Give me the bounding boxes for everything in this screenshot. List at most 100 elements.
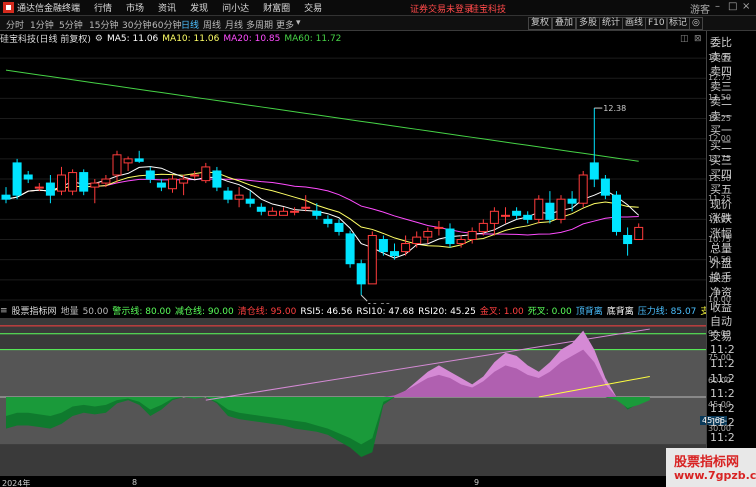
period-weekly[interactable]: 周线	[203, 18, 221, 31]
menu-discover[interactable]: 发现	[190, 1, 208, 14]
trade-login-warning[interactable]: 证券交易未登录	[410, 2, 473, 15]
quote-row-label: 总量	[710, 241, 732, 255]
minimize-icon[interactable]: –	[715, 1, 720, 12]
quote-row-label: 11:2	[710, 342, 735, 356]
period-multi[interactable]: 多周期	[246, 18, 273, 31]
ma5-value: MA5: 11.06	[106, 33, 159, 44]
quote-row-label: 买五	[710, 183, 732, 196]
stats-button[interactable]: 统计	[599, 17, 624, 30]
quote-row-label: 买四	[710, 168, 732, 182]
quote-row-label: 现价	[710, 197, 732, 211]
mark-button[interactable]: 标记	[666, 17, 691, 30]
period-30min[interactable]: 30分钟	[122, 18, 151, 31]
period-5min[interactable]: 5分钟	[59, 18, 83, 31]
date-axis: 2024年 8 9	[0, 478, 706, 487]
indicator-chart[interactable]	[0, 304, 706, 478]
ma10-value: MA10: 11.06	[162, 33, 220, 44]
period-more[interactable]: 更多	[276, 18, 294, 31]
overlay-button[interactable]: 叠加	[552, 17, 577, 30]
ma10-line	[5, 171, 639, 248]
app-logo-icon	[3, 2, 14, 13]
candle-down	[334, 222, 344, 232]
candle-up	[467, 230, 477, 241]
indicator-value: RSI10: 47.68	[356, 307, 415, 317]
f10-button[interactable]: F10	[645, 17, 668, 30]
candle-up	[478, 222, 488, 232]
candle-down	[256, 206, 266, 212]
target-icon[interactable]: ◎	[689, 17, 703, 30]
settings-icon[interactable]: ⚙	[95, 34, 103, 44]
quote-row-label: 卖三	[710, 80, 732, 94]
candle-up	[556, 198, 566, 220]
more-dropdown-icon[interactable]: ▾	[296, 18, 301, 28]
quote-row-label: 11:2	[710, 372, 735, 386]
expand-icon[interactable]: ⊠	[694, 34, 702, 44]
quote-row-label: 涨跌	[710, 212, 732, 226]
quote-row-label: 交易	[710, 330, 732, 343]
indicator-value: 压力线: 85.07	[637, 307, 697, 317]
candle-up	[401, 243, 411, 253]
period-monthly[interactable]: 月线	[225, 18, 243, 31]
guest-label[interactable]: 游客	[690, 1, 710, 16]
candle-down	[512, 210, 522, 216]
candle-down	[312, 210, 322, 216]
candle-down	[612, 194, 621, 232]
quote-row-label: 卖二	[710, 94, 732, 108]
date-year: 2024年	[2, 479, 31, 487]
ma60-line	[5, 69, 639, 162]
current-stock-name: 硅宝科技	[470, 5, 507, 15]
menu-assistant[interactable]: 问小达	[222, 1, 249, 14]
indicator-menu-icon[interactable]: ≡	[0, 306, 8, 316]
indicator-value: 减仓线: 90.00	[175, 307, 234, 317]
candle-up	[501, 214, 510, 217]
quote-row-label: 委比	[710, 36, 732, 49]
panel-toggle-icon[interactable]: ◫	[680, 34, 689, 44]
title-bar: 通达信金融终端 行情 市场 资讯 发现 问小达 财富圈 交易 证券交易未登录 硅…	[0, 0, 756, 16]
candle-down	[45, 182, 55, 196]
period-daily[interactable]: 日线	[181, 18, 199, 31]
candle-down	[390, 251, 399, 257]
menu-trade[interactable]: 交易	[304, 1, 322, 14]
indicator-value: 清仓线: 95.00	[237, 307, 297, 317]
menu-wealth[interactable]: 财富圈	[263, 1, 290, 14]
candle-down	[23, 174, 33, 180]
candle-down	[623, 234, 633, 245]
candle-down	[378, 239, 388, 253]
candle-down	[523, 214, 533, 220]
draw-line-button[interactable]: 画线	[622, 17, 647, 30]
candle-down	[79, 172, 89, 192]
period-timeshare[interactable]: 分时	[6, 18, 24, 31]
adjust-button[interactable]: 复权	[528, 17, 553, 30]
quote-row-label: 卖一	[710, 109, 732, 123]
maximize-icon[interactable]: □	[728, 1, 737, 12]
multi-stock-button[interactable]: 多股	[576, 17, 601, 30]
candle-up	[578, 174, 588, 204]
quote-row-label: 收益	[710, 300, 732, 314]
candle-down	[212, 170, 222, 188]
quote-row-label: 卖五	[710, 50, 732, 64]
candlestick-chart[interactable]: 12.3810.06财	[0, 46, 706, 304]
period-1min[interactable]: 1分钟	[30, 18, 54, 31]
period-60min[interactable]: 60分钟	[152, 18, 181, 31]
candle-up	[101, 178, 111, 184]
candle-up	[279, 210, 288, 216]
period-toolbar: 分时 1分钟 5分钟 15分钟 30分钟 60分钟 日线 周线 月线 多周期 更…	[0, 16, 756, 31]
watermark-title: 股票指标网	[674, 455, 740, 470]
candle-down	[356, 263, 366, 285]
menu-news[interactable]: 资讯	[158, 1, 176, 14]
menu-market[interactable]: 市场	[126, 1, 144, 14]
quote-row-label: 卖四	[710, 65, 732, 79]
quote-row-label: 买一	[710, 124, 732, 138]
candle-down	[323, 218, 333, 224]
indicator-name[interactable]: 股票指标网	[12, 304, 57, 317]
menu-quotes[interactable]: 行情	[94, 1, 112, 14]
ma-info-bar: 硅宝科技(日线 前复权) ⚙ MA5: 11.06 MA10: 11.06 MA…	[0, 31, 706, 46]
close-icon[interactable]: ×	[742, 1, 750, 12]
quote-row-label: 11:2	[710, 386, 735, 400]
candle-up	[367, 234, 377, 285]
period-15min[interactable]: 15分钟	[89, 18, 118, 31]
date-month-8: 8	[132, 478, 138, 487]
quote-row-label: 净资	[710, 285, 732, 299]
candle-up	[434, 226, 444, 229]
candle-up	[301, 206, 311, 209]
